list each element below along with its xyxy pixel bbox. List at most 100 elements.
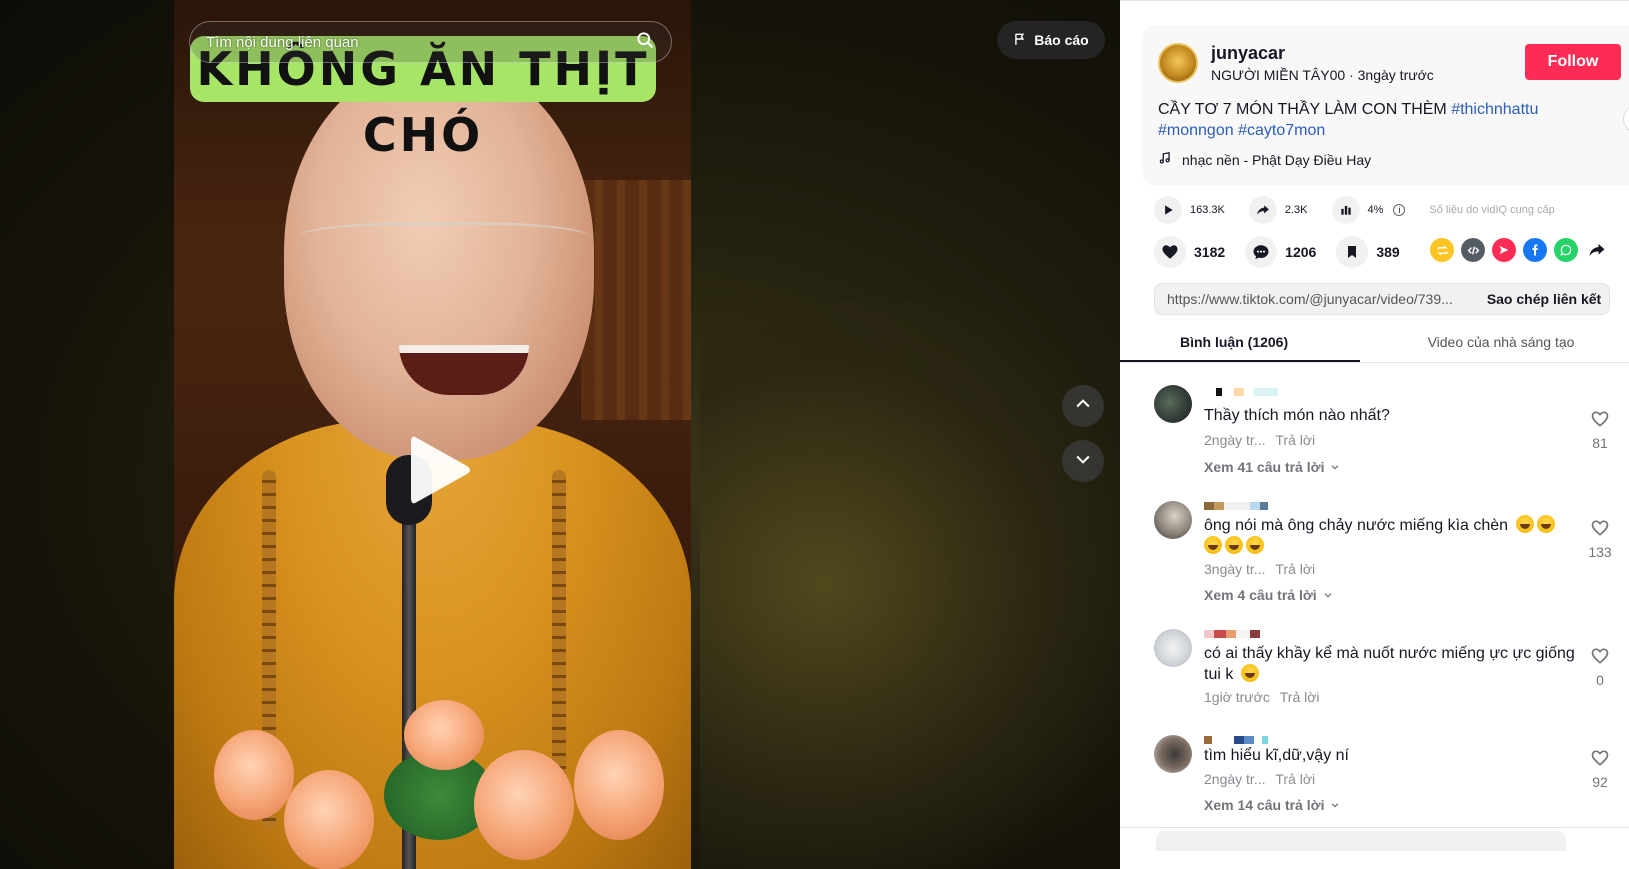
like-count: 3182 bbox=[1194, 244, 1226, 260]
commenter-avatar[interactable] bbox=[1154, 735, 1192, 773]
post-caption: CẦY TƠ 7 MÓN THẦY LÀM CON THÈM #thichnha… bbox=[1158, 99, 1618, 141]
music-link[interactable]: nhạc nền - Phật Dạy Điều Hay bbox=[1158, 151, 1371, 168]
reply-button[interactable]: Trả lời bbox=[1275, 432, 1315, 448]
post-time: 3ngày trước bbox=[1357, 67, 1434, 83]
commenter-name[interactable] bbox=[1204, 736, 1268, 744]
info-icon[interactable]: i bbox=[1393, 204, 1406, 216]
hashtag-link[interactable]: #cayto7mon bbox=[1238, 122, 1325, 139]
plays-stat: 163.3K bbox=[1154, 196, 1225, 224]
comment-meta: 3ngày tr... Trả lời bbox=[1204, 561, 1315, 577]
comment-list[interactable]: Thầy thích món nào nhất? 2ngày tr... Trả… bbox=[1120, 381, 1629, 811]
commenter-avatar[interactable] bbox=[1154, 385, 1192, 423]
comment-item: tìm hiểu kĩ,dữ,vậy ní 2ngày tr... Trả lờ… bbox=[1120, 731, 1629, 811]
commenter-avatar[interactable] bbox=[1154, 501, 1192, 539]
commenter-name[interactable] bbox=[1204, 502, 1268, 510]
comment-text-line: tui k bbox=[1204, 666, 1234, 683]
heart-outline-icon bbox=[1582, 409, 1618, 429]
video-glasses bbox=[299, 222, 589, 258]
shares-count: 2.3K bbox=[1284, 204, 1308, 216]
related-search-placeholder: Tìm nội dung liên quan bbox=[206, 33, 359, 51]
view-replies-label: Xem 41 câu trả lời bbox=[1204, 459, 1325, 475]
comment-text: Thầy thích món nào nhất? bbox=[1204, 407, 1390, 424]
music-note-icon bbox=[1158, 151, 1172, 168]
reply-button[interactable]: Trả lời bbox=[1275, 561, 1315, 577]
report-label: Báo cáo bbox=[1034, 32, 1089, 48]
like-action[interactable]: 3182 bbox=[1154, 236, 1225, 268]
send-icon[interactable] bbox=[1492, 238, 1516, 262]
creator-display-name[interactable]: NGƯỜI MIỀN TÂY00 bbox=[1211, 67, 1345, 83]
laughing-emoji-icon bbox=[1536, 515, 1555, 533]
comment-item: Thầy thích món nào nhất? 2ngày tr... Trả… bbox=[1120, 381, 1629, 491]
repost-icon[interactable] bbox=[1430, 238, 1454, 262]
whatsapp-icon[interactable] bbox=[1554, 238, 1578, 262]
comment-like-count: 81 bbox=[1592, 435, 1608, 451]
panel-tabs: Bình luận (1206) Video của nhà sáng tạo bbox=[1120, 327, 1629, 363]
report-button[interactable]: Báo cáo bbox=[997, 21, 1105, 59]
view-replies-button[interactable]: Xem 4 câu trả lời bbox=[1204, 587, 1333, 603]
comment-meta: 2ngày tr... Trả lời bbox=[1204, 771, 1315, 787]
heart-icon bbox=[1154, 236, 1186, 268]
page: KHÔNG ĂN THỊT CHÓ Tìm nội dung liên quan… bbox=[0, 0, 1629, 869]
engagement-actions: 3182 1206 389 bbox=[1154, 235, 1420, 269]
follow-button[interactable]: Follow bbox=[1525, 44, 1621, 80]
video-background-carving bbox=[581, 180, 691, 420]
comment-like-button[interactable]: 81 bbox=[1582, 409, 1618, 451]
comment-meta: 2ngày tr... Trả lời bbox=[1204, 432, 1315, 448]
comment-time: 2ngày tr... bbox=[1204, 771, 1266, 787]
comment-like-count: 92 bbox=[1592, 774, 1608, 790]
search-icon[interactable] bbox=[635, 30, 655, 54]
embed-icon[interactable] bbox=[1461, 238, 1485, 262]
previous-video-button[interactable] bbox=[1062, 385, 1104, 427]
facebook-icon[interactable] bbox=[1523, 238, 1547, 262]
reply-button[interactable]: Trả lời bbox=[1275, 771, 1315, 787]
hashtag-link[interactable]: #thichnhattu bbox=[1451, 101, 1538, 118]
laughing-emoji-icon bbox=[1515, 515, 1534, 533]
video-url[interactable]: https://www.tiktok.com/@junyacar/video/7… bbox=[1155, 291, 1479, 307]
chevron-down-icon bbox=[1330, 797, 1340, 811]
background-blur bbox=[700, 300, 1120, 869]
creator-subline: NGƯỜI MIỀN TÂY00 · 3ngày trước bbox=[1211, 67, 1434, 83]
save-count: 389 bbox=[1376, 244, 1400, 260]
view-replies-button[interactable]: Xem 14 câu trả lời bbox=[1204, 797, 1340, 811]
commenter-name[interactable] bbox=[1204, 630, 1260, 638]
comment-like-button[interactable]: 0 bbox=[1582, 646, 1618, 688]
hashtag-link[interactable]: #monngon bbox=[1158, 122, 1234, 139]
comment-like-button[interactable]: 92 bbox=[1582, 748, 1618, 790]
play-icon[interactable] bbox=[405, 430, 475, 510]
comment-text: ông nói mà ông chảy nước miếng kìa chèn bbox=[1204, 515, 1584, 557]
comment-action[interactable]: 1206 bbox=[1245, 236, 1316, 268]
vidiq-source-note: Số liệu do vidIQ cung cấp bbox=[1429, 204, 1555, 216]
next-video-button[interactable] bbox=[1062, 440, 1104, 482]
commenter-name[interactable] bbox=[1204, 388, 1278, 396]
creator-avatar[interactable] bbox=[1158, 43, 1198, 83]
flag-icon bbox=[1013, 32, 1027, 49]
comment-like-count: 0 bbox=[1596, 672, 1604, 688]
shares-stat: 2.3K bbox=[1248, 196, 1308, 224]
view-replies-button[interactable]: Xem 41 câu trả lời bbox=[1204, 459, 1340, 475]
music-title: nhạc nền - Phật Dạy Điều Hay bbox=[1182, 151, 1372, 168]
comment-time: 1giờ trước bbox=[1204, 689, 1270, 705]
laughing-emoji-icon bbox=[1204, 536, 1222, 554]
reply-button[interactable]: Trả lời bbox=[1280, 689, 1320, 705]
comment-like-button[interactable]: 133 bbox=[1582, 518, 1618, 560]
comment-text: có ai thấy khầy kể mà nuốt nước miếng ực… bbox=[1204, 643, 1584, 685]
save-action[interactable]: 389 bbox=[1336, 236, 1400, 268]
tab-comments[interactable]: Bình luận (1206) bbox=[1120, 327, 1360, 362]
comment-like-count: 133 bbox=[1588, 544, 1612, 560]
bar-chart-icon bbox=[1331, 196, 1360, 224]
creator-username[interactable]: junyacar bbox=[1211, 43, 1285, 64]
chevron-down-icon bbox=[1330, 459, 1340, 475]
heart-outline-icon bbox=[1582, 646, 1618, 666]
commenter-avatar[interactable] bbox=[1154, 629, 1192, 667]
share-arrow-icon[interactable] bbox=[1585, 238, 1609, 262]
comment-meta: 1giờ trước Trả lời bbox=[1204, 689, 1320, 705]
copy-link-button[interactable]: Sao chép liên kết bbox=[1479, 291, 1609, 307]
video-stage[interactable]: KHÔNG ĂN THỊT CHÓ Tìm nội dung liên quan… bbox=[0, 0, 1120, 869]
tab-creator-videos[interactable]: Video của nhà sáng tạo bbox=[1360, 327, 1614, 362]
video-link-box: https://www.tiktok.com/@junyacar/video/7… bbox=[1154, 283, 1610, 315]
bookmark-icon bbox=[1336, 236, 1369, 268]
comment-input[interactable] bbox=[1156, 831, 1566, 851]
share-icons-row bbox=[1430, 238, 1609, 262]
detail-panel: junyacar NGƯỜI MIỀN TÂY00 · 3ngày trước … bbox=[1120, 0, 1629, 869]
related-search-bar[interactable]: Tìm nội dung liên quan bbox=[189, 21, 672, 63]
